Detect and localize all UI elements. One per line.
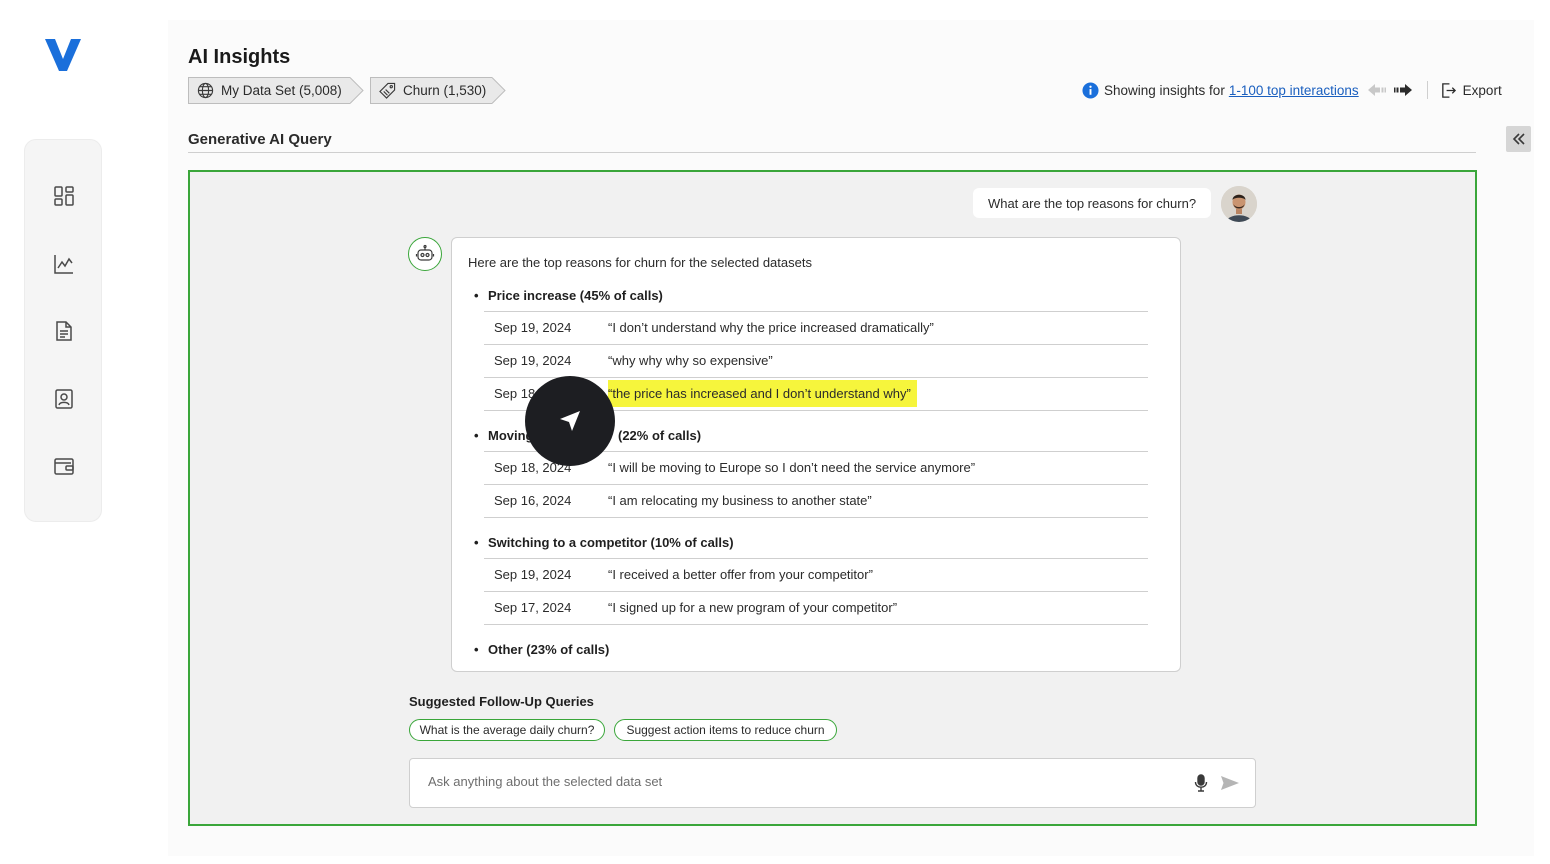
arrow-right-icon[interactable]: [1393, 82, 1413, 98]
breadcrumb-churn[interactable]: Churn (1,530): [370, 77, 506, 104]
reason-heading: • Price increase (45% of calls): [474, 288, 663, 303]
dashboard-icon: [54, 186, 74, 206]
assistant-avatar: [408, 237, 442, 271]
sidebar-item-analytics[interactable]: [51, 251, 77, 277]
document-icon: [56, 321, 72, 341]
side-nav: [24, 139, 102, 522]
row-quote: “why why why so expensive”: [608, 353, 773, 368]
export-button[interactable]: Export: [1440, 82, 1502, 99]
row-date: Sep 19, 2024: [494, 567, 572, 582]
export-label: Export: [1462, 82, 1502, 98]
row-date: Sep 17, 2024: [494, 600, 572, 615]
table-row: Sep 19, 2024 “I received a better offer f…: [484, 558, 1148, 591]
section-title: Generative AI Query: [188, 131, 332, 148]
chart-icon: [54, 255, 73, 274]
microphone-icon[interactable]: [1194, 774, 1208, 792]
sidebar-item-reports[interactable]: [51, 318, 77, 344]
breadcrumb-label: Churn (1,530): [403, 83, 487, 98]
row-quote: “I signed up for a new program of your c…: [608, 600, 898, 615]
suggestion-chip[interactable]: Suggest action items to reduce churn: [614, 719, 837, 741]
divider: [1426, 81, 1428, 99]
suggestions-title: Suggested Follow-Up Queries: [409, 694, 594, 709]
user-avatar[interactable]: [1221, 186, 1257, 222]
answer-intro: Here are the top reasons for churn for t…: [468, 255, 812, 270]
sidebar-item-contacts[interactable]: [51, 386, 77, 412]
user-message-text: What are the top reasons for churn?: [987, 195, 1197, 211]
table-row: Sep 19, 2024 “why why why so expensive”: [484, 344, 1148, 377]
row-date: Sep 18: [494, 386, 536, 401]
user-message: What are the top reasons for churn?: [973, 188, 1211, 218]
breadcrumb-dataset[interactable]: My Data Set (5,008): [188, 77, 364, 104]
row-quote-highlighted: “the price has increased and I don’t und…: [608, 380, 917, 407]
pointer-cursor-overlay: [525, 376, 615, 466]
section-divider: [188, 152, 1476, 153]
row-date: Sep 16, 2024: [494, 493, 572, 508]
brand-logo[interactable]: [43, 35, 83, 75]
table-row: Sep 17, 2024 “I signed up for a new progr…: [484, 591, 1148, 625]
page-title: AI Insights: [188, 46, 291, 68]
row-quote: “I am relocating my business to another …: [608, 493, 872, 508]
sidebar-item-wallet[interactable]: [51, 453, 77, 479]
tag-icon: [379, 82, 396, 99]
reason-heading: • Switching to a competitor (10% of calls…: [474, 535, 734, 550]
query-input-box: [409, 758, 1256, 808]
arrow-left-icon[interactable]: [1367, 82, 1387, 98]
table-row: Sep 16, 2024 “I am relocating my business…: [484, 484, 1148, 518]
wallet-icon: [54, 458, 74, 475]
collapse-panel-button[interactable]: [1506, 126, 1531, 152]
sidebar-item-dashboard[interactable]: [51, 183, 77, 209]
suggestion-chip[interactable]: What is the average daily churn?: [409, 719, 605, 741]
contact-icon: [55, 389, 73, 409]
robot-icon: [415, 244, 435, 261]
query-input[interactable]: [426, 773, 1170, 790]
row-quote: “I will be moving to Europe so I don’t n…: [608, 460, 976, 475]
navigation-arrow-icon: [560, 411, 580, 431]
row-date: Sep 19, 2024: [494, 353, 572, 368]
insights-prefix: Showing insights for: [1104, 82, 1225, 98]
table-row: Sep 19, 2024 “I don’t understand why the …: [484, 311, 1148, 344]
globe-icon: [197, 82, 214, 99]
row-date: Sep 19, 2024: [494, 320, 572, 335]
double-chevron-left-icon: [1512, 133, 1525, 145]
breadcrumb-label: My Data Set (5,008): [221, 83, 342, 98]
export-icon: [1441, 82, 1456, 98]
reason-heading: • Other (23% of calls): [474, 642, 610, 657]
insights-bar: Showing insights for 1-100 top interacti…: [1082, 81, 1502, 99]
info-icon: [1082, 81, 1099, 99]
row-quote: “I don’t understand why the price increa…: [608, 320, 934, 335]
insights-range-link[interactable]: 1-100 top interactions: [1229, 83, 1359, 98]
reason-heading: • Moving (22% of calls): [474, 428, 702, 443]
row-quote: “I received a better offer from your com…: [608, 567, 873, 582]
send-icon[interactable]: [1220, 775, 1240, 791]
